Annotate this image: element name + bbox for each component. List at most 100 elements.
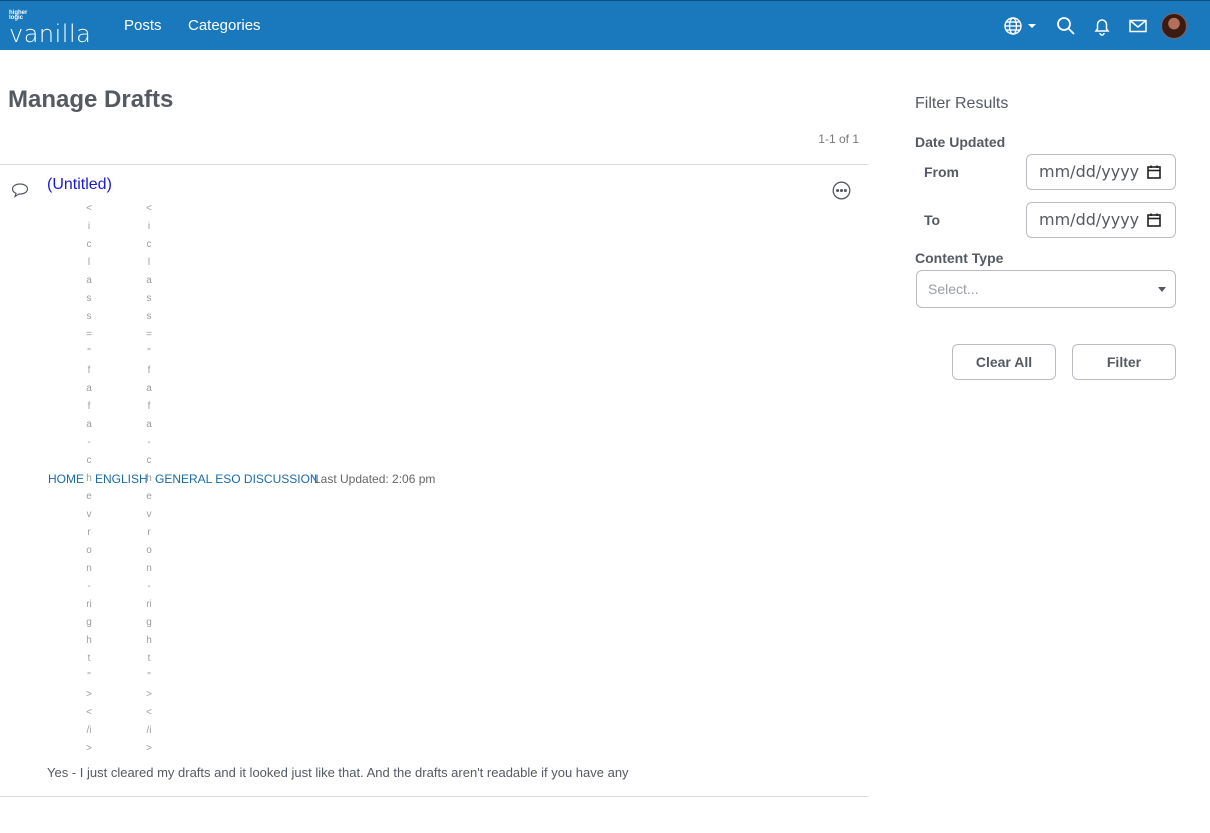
breadcrumb-general-eso-discussion[interactable]: GENERAL ESO DISCUSSION [155, 472, 319, 486]
glitch-char: - [87, 581, 91, 592]
glitch-char: a [86, 419, 92, 430]
glitch-char: > [86, 689, 92, 700]
glitch-char: < [86, 707, 92, 718]
glitch-char: l [147, 257, 151, 268]
content-type-placeholder: Select... [928, 281, 979, 297]
glitch-char: > [86, 743, 92, 754]
glitch-char: o [86, 545, 92, 556]
glitch-char: a [146, 419, 152, 430]
glitch-char: s [86, 293, 92, 304]
content-type-select[interactable]: Select... [916, 270, 1176, 308]
glitch-char: r [87, 527, 91, 538]
filter-button[interactable]: Filter [1072, 344, 1176, 380]
from-date-placeholder: mm/dd/yyyy [1039, 162, 1140, 181]
glitch-char: o [146, 545, 152, 556]
content-type-label: Content Type [915, 250, 1004, 266]
chevron-down-icon [1028, 24, 1036, 28]
glitch-char: " [87, 671, 91, 682]
language-selector[interactable] [1003, 15, 1039, 37]
globe-icon [1004, 17, 1022, 35]
glitch-char: a [146, 275, 152, 286]
nav-posts[interactable]: Posts [124, 17, 162, 34]
glitch-char: a [146, 383, 152, 394]
envelope-icon [1129, 19, 1147, 33]
draft-options-button[interactable] [832, 181, 851, 200]
glitch-char: > [146, 689, 152, 700]
draft-title-link[interactable]: (Untitled) [47, 176, 112, 194]
date-updated-label: Date Updated [915, 134, 1006, 150]
discussion-icon [11, 183, 29, 198]
glitch-char: s [146, 293, 152, 304]
glitch-char: h [146, 635, 152, 646]
notifications-button[interactable] [1091, 15, 1113, 37]
calendar-icon [1147, 165, 1161, 179]
logo-big-text: vanilla [9, 20, 92, 48]
breadcrumb-home[interactable]: HOME [48, 472, 84, 486]
user-avatar[interactable] [1161, 13, 1187, 39]
to-date-input[interactable]: mm/dd/yyyy [1026, 202, 1176, 238]
glitch-char: a [86, 383, 92, 394]
glitch-char: /i [86, 725, 92, 736]
page-title: Manage Drafts [8, 86, 174, 113]
glitch-char: l [87, 257, 91, 268]
glitch-char: = [146, 329, 152, 340]
to-label: To [924, 212, 941, 228]
glitch-char: - [147, 437, 151, 448]
chevron-down-icon [1158, 287, 1166, 292]
glitch-char: ri [146, 599, 152, 610]
glitch-char: < [146, 203, 152, 214]
glitch-char: - [147, 581, 151, 592]
glitch-char: n [146, 563, 152, 574]
breadcrumb-english[interactable]: ENGLISH [95, 472, 148, 486]
glitch-char: > [146, 743, 152, 754]
glitch-char: c [86, 455, 92, 466]
glitch-char: f [87, 401, 91, 412]
messages-button[interactable] [1127, 15, 1149, 37]
glitch-char: r [147, 527, 151, 538]
glitch-char: " [147, 671, 151, 682]
glitch-char: t [87, 653, 91, 664]
from-date-input[interactable]: mm/dd/yyyy [1026, 154, 1176, 190]
glitch-char: c [86, 239, 92, 250]
nav-categories[interactable]: Categories [188, 17, 261, 34]
calendar-icon [1147, 213, 1161, 227]
from-label: From [924, 164, 959, 180]
list-bottom-divider [0, 796, 869, 797]
glitch-char: e [146, 491, 152, 502]
list-top-divider [0, 164, 869, 165]
glitch-char: h [86, 635, 92, 646]
glitch-char: c [146, 455, 152, 466]
glitch-char: f [147, 365, 151, 376]
pager-count: 1-1 of 1 [818, 132, 859, 146]
glitch-char: i [147, 221, 151, 232]
glitch-char: a [86, 275, 92, 286]
glitch-char: t [147, 653, 151, 664]
search-button[interactable] [1055, 15, 1077, 37]
glitch-char: c [146, 239, 152, 250]
filter-panel-title: Filter Results [915, 95, 1009, 112]
glitch-char: g [146, 617, 152, 628]
breadcrumb-separator-glitch: < i c l a s s = " f a f a - c h e v r o n - ri g h t " > </i > [84, 200, 94, 758]
glitch-char: /i [146, 725, 152, 736]
draft-excerpt: Yes - I just cleared my drafts and it lo… [47, 765, 629, 780]
top-header: higher logic vanilla Posts Categories [0, 0, 1210, 50]
glitch-char: ri [86, 599, 92, 610]
last-updated-text: Last Updated: 2:06 pm [314, 472, 436, 486]
glitch-char: " [147, 347, 151, 358]
glitch-char: n [86, 563, 92, 574]
glitch-char: f [87, 365, 91, 376]
bell-icon [1094, 19, 1110, 36]
glitch-char: " [87, 347, 91, 358]
glitch-char: = [86, 329, 92, 340]
glitch-char: s [86, 311, 92, 322]
glitch-char: - [87, 437, 91, 448]
glitch-char: h [86, 473, 92, 484]
glitch-char: < [146, 707, 152, 718]
glitch-char: s [146, 311, 152, 322]
glitch-char: e [86, 491, 92, 502]
clear-all-button[interactable]: Clear All [952, 344, 1056, 380]
to-date-placeholder: mm/dd/yyyy [1039, 210, 1140, 229]
glitch-char: i [87, 221, 91, 232]
glitch-char: v [146, 509, 152, 520]
glitch-char: < [86, 203, 92, 214]
